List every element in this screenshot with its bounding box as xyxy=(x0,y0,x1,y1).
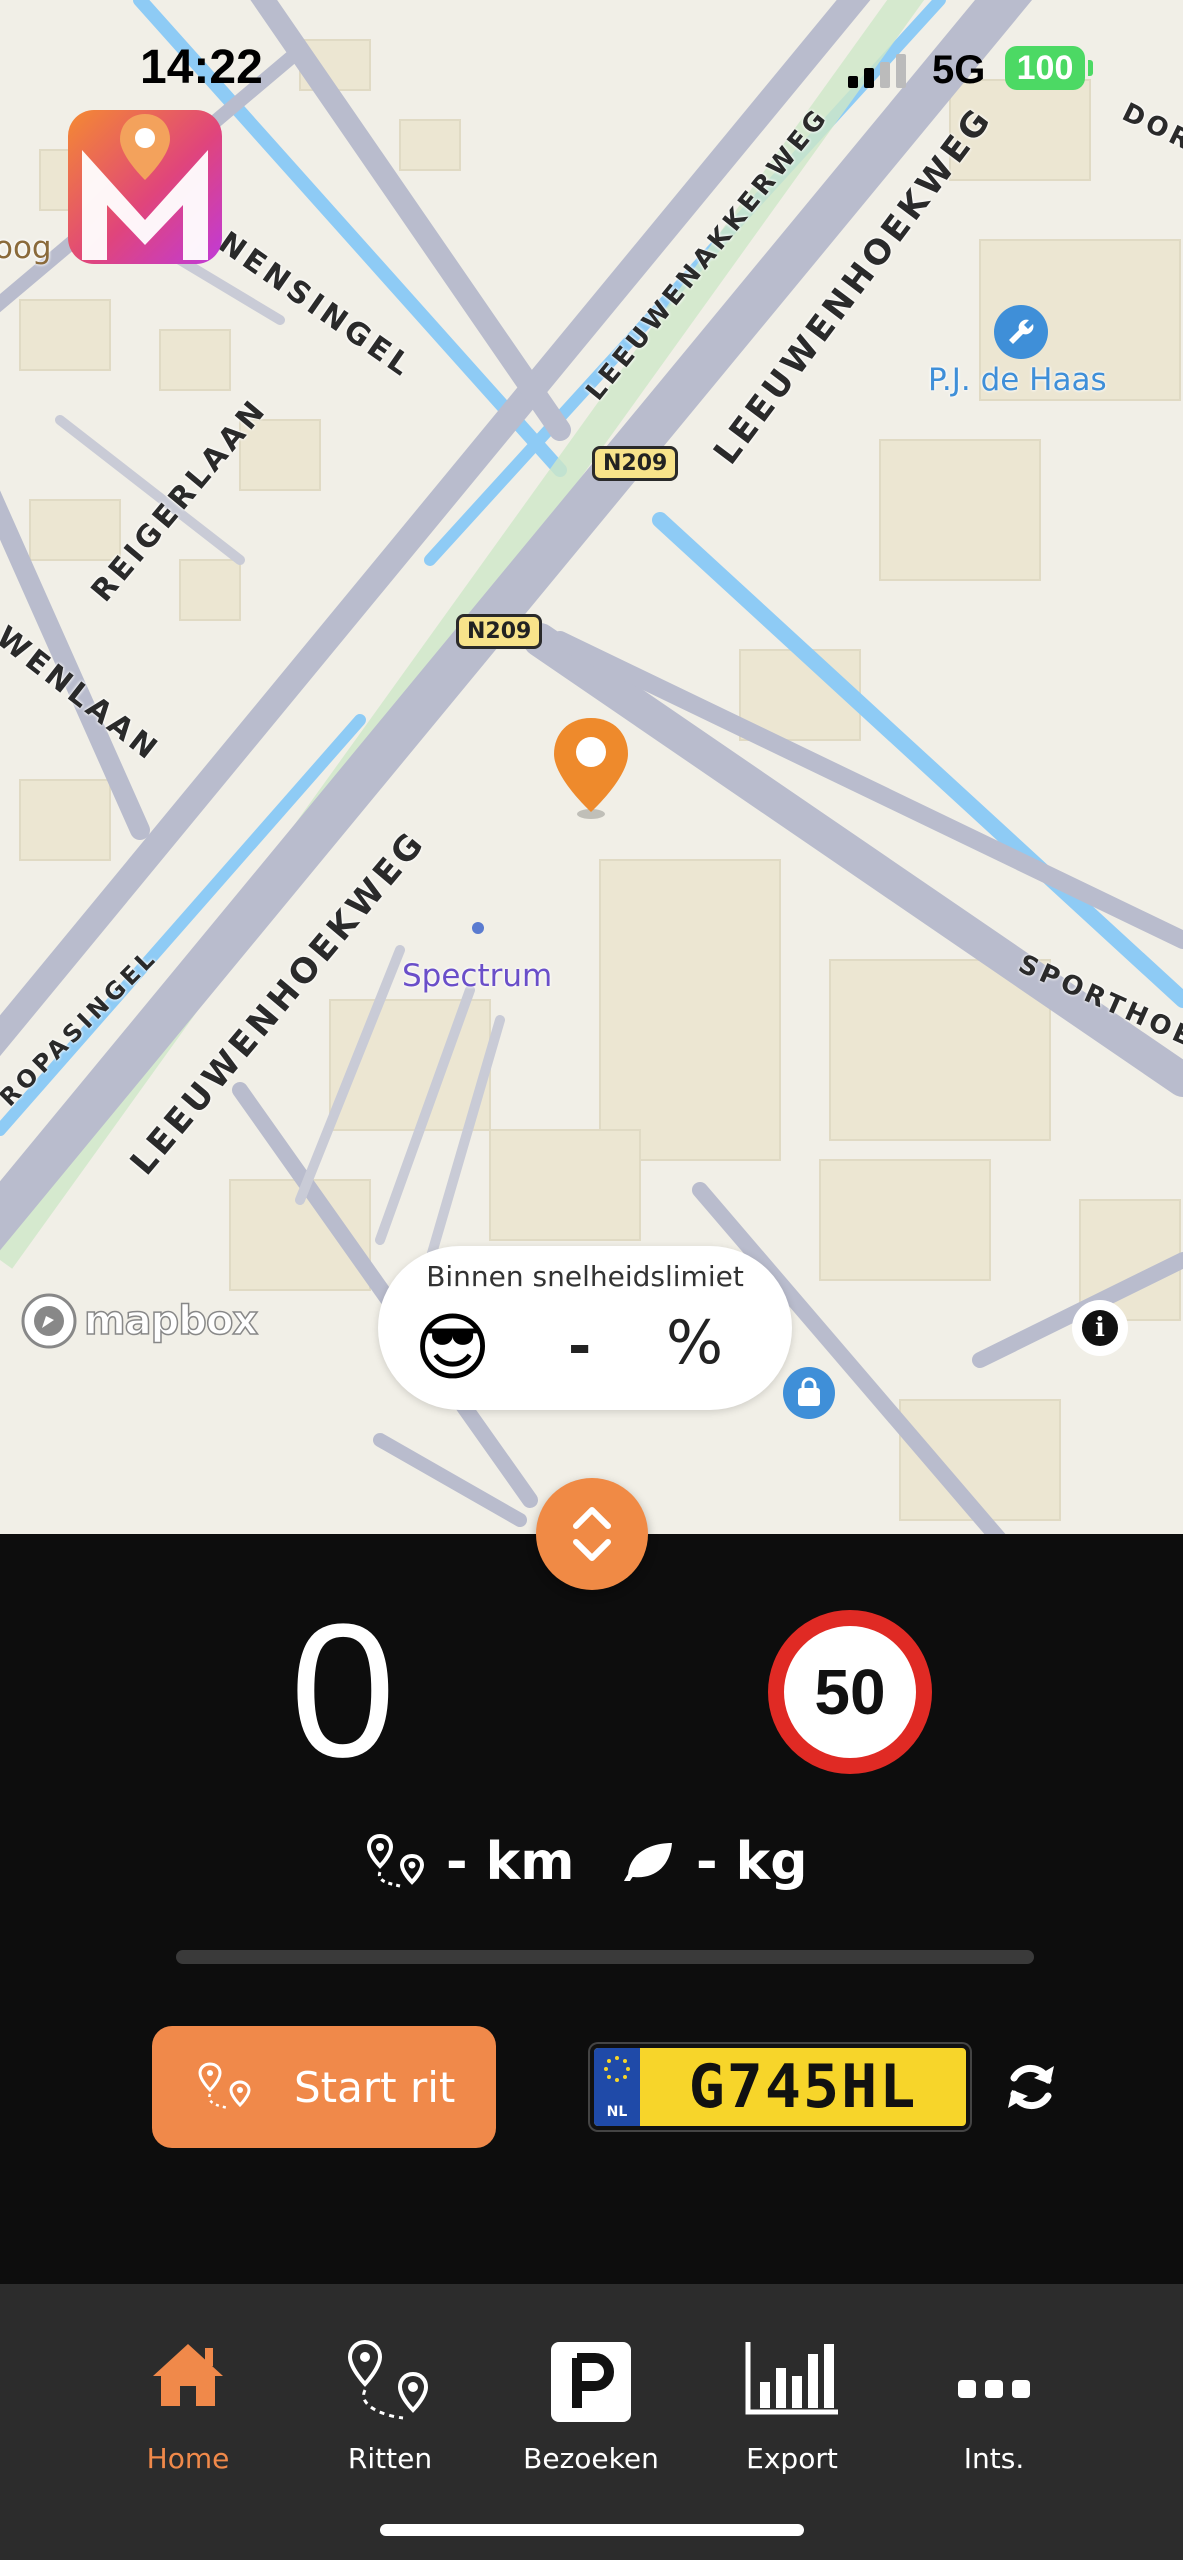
refresh-icon xyxy=(1008,2064,1054,2110)
mapbox-logo-icon xyxy=(21,1293,77,1349)
app-logo[interactable] xyxy=(68,110,222,264)
tab-instellingen[interactable]: Ints. xyxy=(904,2330,1084,2480)
signal-icon xyxy=(848,54,906,88)
mapbox-attribution[interactable]: mapbox xyxy=(20,1292,259,1350)
mapbox-wordmark: mapbox xyxy=(83,1297,259,1345)
home-indicator[interactable] xyxy=(380,2524,804,2536)
poi-label-spectrum[interactable]: Spectrum xyxy=(402,958,552,994)
co2-stat: - kg xyxy=(620,1826,808,1898)
shopping-bag-icon[interactable] xyxy=(782,1366,836,1420)
status-time: 14:22 xyxy=(140,41,263,94)
license-plate-number: G745HL xyxy=(688,2052,918,2122)
sunglasses-emoji-icon: 😎 xyxy=(414,1305,492,1391)
co2-value: - kg xyxy=(696,1832,808,1892)
eu-stars-icon xyxy=(604,2056,630,2082)
trip-progress-bar xyxy=(176,1950,1034,1964)
route-icon xyxy=(366,1834,425,1888)
route-icon xyxy=(347,2340,429,2420)
road-shield-n209-top: N209 xyxy=(592,446,679,481)
speed-compliance-unit: % xyxy=(666,1308,724,1378)
tab-export[interactable]: Export xyxy=(702,2330,882,2480)
more-icon xyxy=(958,2380,1030,2398)
poi-label-pj-de-haas[interactable]: P.J. de Haas xyxy=(928,362,1107,398)
change-vehicle-button[interactable] xyxy=(1000,2056,1062,2118)
speed-compliance-value: - xyxy=(568,1314,592,1379)
start-trip-label: Start rit xyxy=(294,2062,456,2112)
tab-home[interactable]: Home xyxy=(98,2330,278,2480)
map-view[interactable]: LEEUWENAKKERWEG LEEUWENHOEKWEG LEEUWENHO… xyxy=(0,0,1183,1540)
app-logo-icon xyxy=(82,114,208,260)
road-shield-n209-bottom: N209 xyxy=(456,614,543,649)
route-start-icon xyxy=(198,2062,251,2110)
tab-instellingen-label: Ints. xyxy=(963,2442,1025,2475)
map-info-button[interactable]: i xyxy=(1072,1300,1128,1356)
info-icon: i xyxy=(1082,1310,1118,1346)
distance-value: - km xyxy=(446,1832,575,1892)
leaf-icon xyxy=(624,1843,672,1881)
poi-label-left-edge: oog xyxy=(0,230,52,266)
wrench-icon[interactable] xyxy=(993,304,1049,360)
tab-ritten-label: Ritten xyxy=(347,2442,433,2475)
chevron-up-down-icon xyxy=(573,1507,611,1561)
expand-collapse-button[interactable] xyxy=(536,1478,648,1590)
distance-stat: - km xyxy=(366,1826,574,1898)
parking-icon xyxy=(551,2342,631,2422)
trip-dashboard xyxy=(0,1534,1183,2284)
location-pin-icon[interactable] xyxy=(550,716,632,820)
tab-export-label: Export xyxy=(746,2442,838,2475)
network-type: 5G xyxy=(932,48,986,92)
plate-country-code: NL xyxy=(606,2104,628,2120)
tab-bezoeken-label: Bezoeken xyxy=(523,2442,659,2475)
tab-bezoeken[interactable]: Bezoeken xyxy=(501,2330,681,2480)
bar-chart-icon xyxy=(745,2342,838,2415)
tab-home-label: Home xyxy=(146,2442,230,2475)
home-icon xyxy=(153,2344,223,2406)
current-speed: 0 xyxy=(290,1585,396,1797)
dot-icon xyxy=(472,922,484,934)
speed-compliance-popup[interactable]: Binnen snelheidslimiet 😎 - % xyxy=(378,1246,792,1410)
tab-ritten[interactable]: Ritten xyxy=(300,2330,480,2480)
speed-compliance-title: Binnen snelheidslimiet xyxy=(426,1260,744,1293)
battery-indicator: 100 xyxy=(1005,46,1093,90)
speed-limit-sign: 50 xyxy=(768,1610,932,1774)
start-trip-button[interactable]: Start rit xyxy=(152,2026,496,2148)
license-plate[interactable]: NL G745HL xyxy=(590,2044,970,2130)
